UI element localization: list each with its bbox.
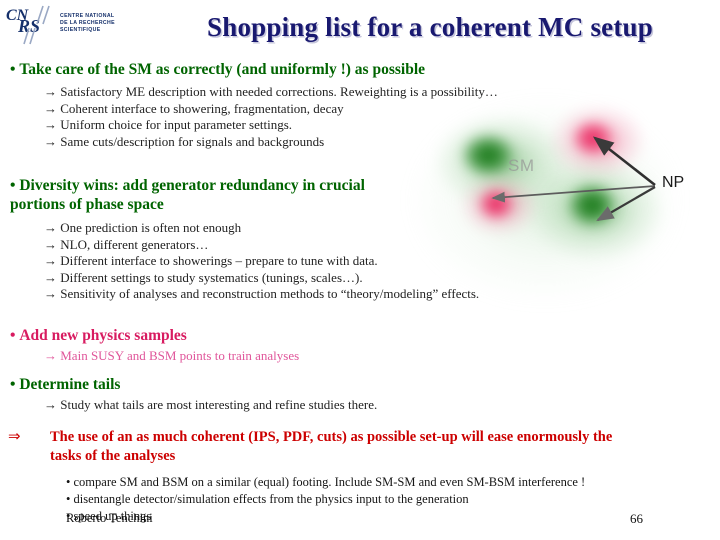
bullet-text: Add new physics samples	[19, 327, 187, 344]
sub-item: → Different interface to showerings – pr…	[44, 253, 378, 268]
bullet-add-new-physics-samples: • Add new physics samples	[10, 326, 510, 345]
cnrs-logo-text: CENTRE NATIONAL DE LA RECHERCHE SCIENTIF…	[60, 13, 115, 34]
sub-item: → NLO, different generators…	[44, 236, 209, 252]
sub-item: → Coherent interface to showering, fragm…	[44, 100, 344, 116]
bullet-text: Take care of the SM as correctly (and un…	[19, 61, 426, 78]
cnrs-line-1: CENTRE NATIONAL	[60, 13, 115, 19]
bullet-text: Diversity wins: add generator redundancy…	[10, 177, 365, 213]
sub-item: → Satisfactory ME description with neede…	[44, 84, 498, 99]
bullet-text: Determine tails	[19, 376, 121, 393]
bullet-marker: •	[10, 61, 20, 78]
sub-item: → Main SUSY and BSM points to train anal…	[44, 348, 300, 363]
tail-bullet: • compare SM and BSM on a similar (equal…	[66, 475, 586, 489]
np-blob-core-2	[478, 188, 514, 220]
sub-list-3: → Main SUSY and BSM points to train anal…	[44, 348, 644, 365]
implies-arrow-icon: ⇒	[8, 429, 21, 445]
tail-bullet-list: • compare SM and BSM on a similar (equal…	[66, 474, 716, 525]
sub-item: → Different settings to study systematic…	[44, 269, 363, 285]
slide: CN RS CENTRE NATIONAL DE LA RECHERCHE SC…	[0, 0, 720, 540]
conclusion-line-1: The use of an as much coherent (IPS, PDF…	[50, 429, 613, 445]
bullet-take-care-sm: • Take care of the SM as correctly (and …	[10, 60, 710, 79]
cnrs-line-3: SCIENTIFIQUE	[60, 27, 101, 33]
tail-bullet: • disentangle detector/simulation effect…	[66, 492, 469, 506]
cnrs-logo: CN RS CENTRE NATIONAL DE LA RECHERCHE SC…	[4, 2, 144, 46]
arrow-np-to-lower-blob	[596, 186, 656, 222]
page-number: 66	[630, 511, 643, 526]
bullet-marker: •	[10, 177, 20, 194]
sub-item: → Sensitivity of analyses and reconstruc…	[44, 286, 480, 301]
sub-item: → Same cuts/description for signals and …	[44, 133, 325, 149]
sub-item: → Uniform choice for input parameter set…	[44, 117, 293, 132]
sub-item: → One prediction is often not enough	[44, 220, 242, 235]
bullet-diversity-wins: • Diversity wins: add generator redundan…	[10, 176, 370, 214]
sub-list-4: → Study what tails are most interesting …	[44, 397, 644, 414]
arrow-np-to-left-blob	[491, 185, 656, 203]
np-label: NP	[662, 174, 685, 191]
bullet-marker: •	[10, 327, 20, 344]
svg-text:RS: RS	[17, 16, 40, 36]
conclusion-line-2: tasks of the analyses	[50, 448, 176, 464]
sm-label: SM	[508, 156, 535, 175]
presenter-name: Roberto Tenchini	[66, 511, 153, 525]
slide-title: Shopping list for a coherent MC setup	[207, 12, 653, 42]
tail-bullet: • speed up things	[66, 509, 152, 523]
sub-item: → Study what tails are most interesting …	[44, 397, 378, 412]
bullet-marker: •	[10, 376, 20, 393]
sub-list-2: → One prediction is often not enough → N…	[44, 220, 720, 303]
sub-list-1: → Satisfactory ME description with neede…	[44, 84, 720, 150]
cnrs-line-2: DE LA RECHERCHE	[60, 20, 115, 26]
conclusion-block: ⇒ The use of an as much coherent (IPS, P…	[8, 428, 716, 466]
bullet-determine-tails: • Determine tails	[10, 375, 510, 394]
